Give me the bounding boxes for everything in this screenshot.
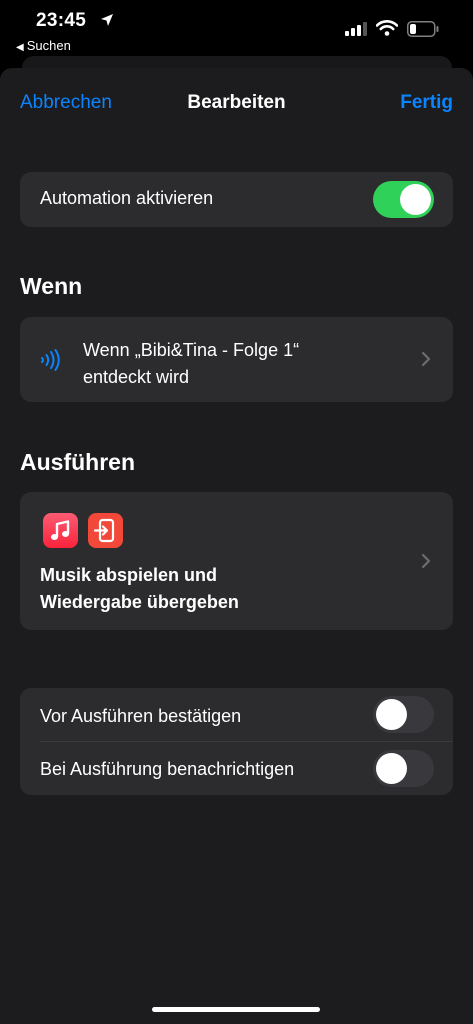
automation-enable-row: Automation aktivieren	[20, 172, 453, 227]
action-line-2: Wiedergabe übergeben	[40, 592, 239, 612]
home-indicator[interactable]	[152, 1007, 320, 1012]
toggle-knob	[376, 699, 407, 730]
action-row[interactable]: Musik abspielen und Wiedergabe übergeben	[20, 492, 453, 630]
confirm-before-run-label: Vor Ausführen bestätigen	[40, 706, 242, 726]
notify-on-run-label: Bei Ausführung benachrichtigen	[40, 759, 295, 779]
nfc-icon	[39, 349, 63, 376]
back-to-app-link[interactable]: ◀ Suchen	[16, 38, 71, 53]
location-arrow-icon	[100, 13, 114, 32]
edit-sheet: Abbrechen Bearbeiten Fertig Automation a…	[0, 68, 473, 1024]
trigger-line-1: Wenn „Bibi&Tina - Folge 1“	[83, 340, 300, 360]
automation-enable-toggle[interactable]	[373, 181, 434, 218]
toggle-knob	[400, 184, 431, 215]
execute-section-title: Ausführen	[20, 449, 135, 475]
chevron-right-icon	[421, 351, 431, 367]
options-group: Vor Ausführen bestätigen Bei Ausführung …	[20, 688, 453, 795]
trigger-line-2: entdeckt wird	[83, 367, 190, 387]
status-time: 23:45	[36, 10, 87, 31]
handoff-icon	[88, 513, 123, 548]
status-bar: 23:45 ◀ Suchen	[0, 0, 473, 60]
confirm-before-run-toggle[interactable]	[373, 696, 434, 733]
action-line-1: Musik abspielen und	[40, 565, 218, 585]
toggle-knob	[376, 753, 407, 784]
wifi-icon	[375, 20, 399, 41]
back-app-label: Suchen	[26, 38, 71, 53]
trigger-text: Wenn „Bibi&Tina - Folge 1“ entdeckt wird	[83, 337, 299, 391]
action-text: Musik abspielen und Wiedergabe übergeben	[40, 562, 239, 616]
chevron-right-icon	[421, 553, 431, 569]
battery-icon	[407, 21, 439, 42]
cellular-signal-icon	[345, 22, 367, 41]
confirm-before-run-row: Vor Ausführen bestätigen	[20, 688, 453, 741]
back-triangle-icon: ◀	[16, 42, 24, 53]
music-app-icon	[43, 513, 78, 548]
done-button[interactable]: Fertig	[400, 92, 453, 114]
notify-on-run-row: Bei Ausführung benachrichtigen	[20, 742, 453, 795]
when-section-title: Wenn	[20, 273, 83, 299]
trigger-row[interactable]: Wenn „Bibi&Tina - Folge 1“ entdeckt wird	[20, 317, 453, 402]
automation-enable-label: Automation aktivieren	[40, 188, 214, 208]
notify-on-run-toggle[interactable]	[373, 750, 434, 787]
